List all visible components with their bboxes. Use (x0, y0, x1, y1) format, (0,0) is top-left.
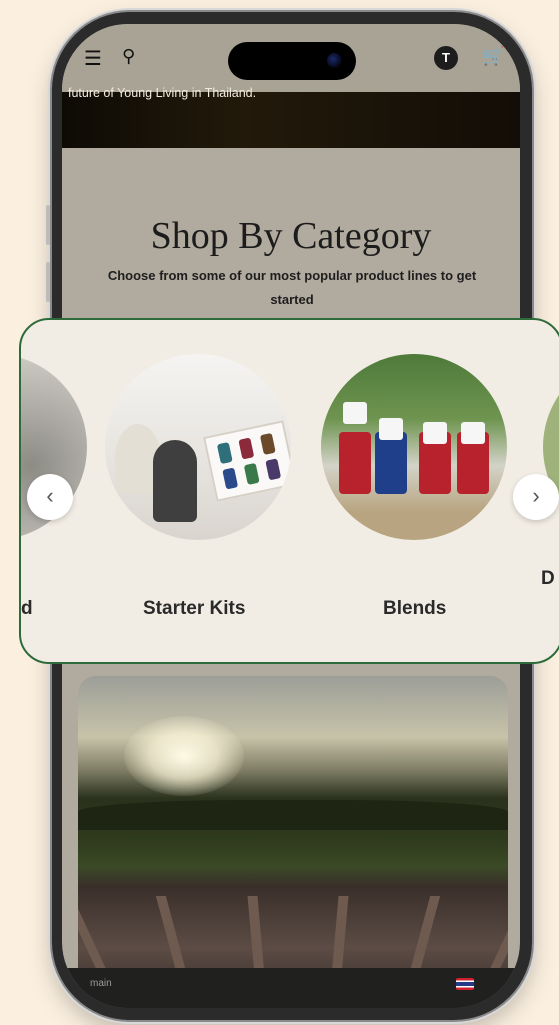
section-title: Shop By Category (150, 215, 432, 257)
category-image-starter-kits[interactable] (105, 354, 291, 540)
bottle-cap-shape (379, 418, 403, 440)
hero-caption: future of Young Living in Thailand. (68, 86, 257, 100)
tree-line (78, 800, 508, 830)
bottle-shape (238, 437, 255, 460)
top-navigation-bar: ☰ ⚲ T 🛒 (62, 24, 520, 92)
category-label-partial[interactable]: D (541, 568, 555, 590)
bottle-cap-shape (343, 402, 367, 424)
category-label-partial[interactable]: d (21, 598, 33, 620)
category-carousel: ‹ › d Starter Kits Blends D (19, 318, 559, 664)
blend-bottle-shape (339, 432, 371, 494)
bottle-shape (222, 467, 239, 490)
menu-icon[interactable]: ☰ (84, 46, 102, 71)
camera-icon (327, 53, 342, 68)
sun-glow (124, 716, 244, 796)
bottle-shape (243, 462, 260, 485)
section-subtitle: Choose from some of our most popular pro… (107, 268, 477, 307)
cart-icon[interactable]: 🛒 (482, 46, 504, 67)
bottle-cap-shape (423, 422, 447, 444)
hero-banner (62, 92, 520, 148)
category-image-blends[interactable] (321, 354, 507, 540)
bottle-shape (265, 458, 282, 481)
phone-side-button (46, 262, 50, 302)
tab-label[interactable]: main (90, 978, 112, 989)
category-label-blends[interactable]: Blends (383, 598, 446, 620)
blend-bottle-shape (375, 432, 407, 494)
category-label-starter-kits[interactable]: Starter Kits (143, 598, 245, 620)
browser-bottom-bar: main (62, 968, 520, 1008)
lavender-field-image (78, 676, 508, 1008)
bottle-shape (259, 432, 276, 455)
bottle-shape (216, 442, 233, 465)
avatar[interactable]: T (434, 46, 458, 70)
phone-side-button (46, 205, 50, 245)
carousel-prev-button[interactable]: ‹ (27, 474, 73, 520)
thai-flag-icon[interactable] (456, 978, 474, 990)
oil-box-shape (203, 420, 291, 502)
diffuser-shape (153, 440, 197, 522)
search-icon[interactable]: ⚲ (122, 46, 135, 67)
carousel-next-button[interactable]: › (513, 474, 559, 520)
bottle-cap-shape (461, 422, 485, 444)
dynamic-island (228, 42, 356, 80)
